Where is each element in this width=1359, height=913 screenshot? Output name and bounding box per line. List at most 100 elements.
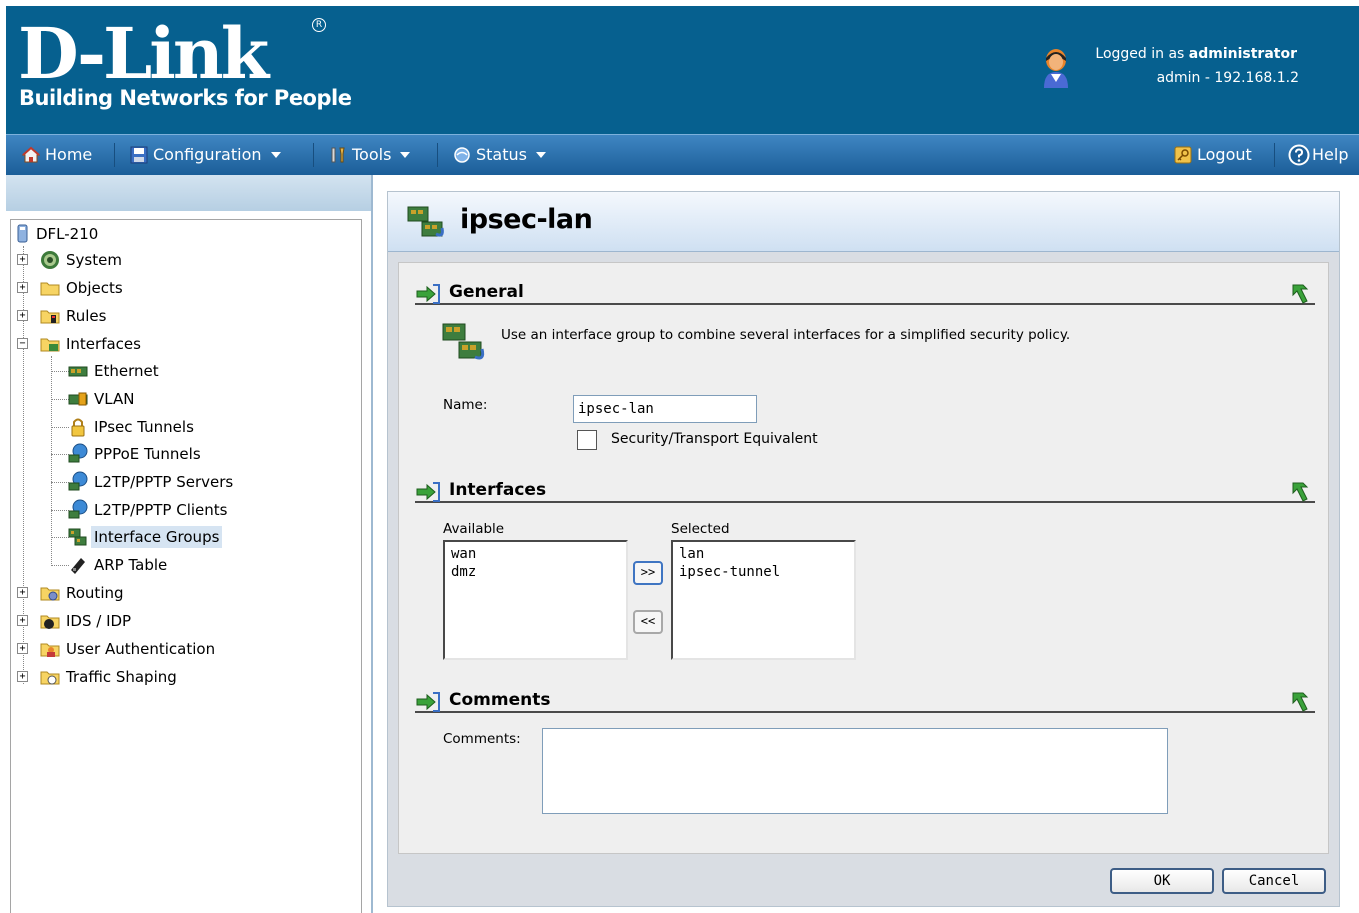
arp-icon [71, 558, 85, 574]
lock-icon [71, 418, 85, 437]
interfaces-folder-icon [40, 338, 60, 352]
collapse-arrow-icon[interactable] [1289, 689, 1311, 713]
cancel-button[interactable]: Cancel [1222, 868, 1326, 894]
tree-item-l2tp-clients[interactable]: L2TP/PPTP Clients [67, 499, 230, 521]
globe-computer-icon [68, 471, 88, 491]
tree-item-label: PPPoE Tunnels [94, 445, 201, 463]
list-item[interactable]: ipsec-tunnel [679, 563, 848, 581]
help-button[interactable]: Help [1288, 135, 1348, 175]
tree-item-label: Ethernet [94, 362, 159, 380]
tree-item-pppoe-tunnels[interactable]: PPPoE Tunnels [67, 443, 204, 465]
user-auth-folder-icon [40, 643, 60, 657]
floppy-disk-icon [130, 146, 148, 164]
expand-icon[interactable]: + [17, 282, 28, 293]
header-banner: D-Link R Building Networks for People Lo… [6, 6, 1359, 134]
list-item[interactable]: wan [451, 545, 620, 563]
chevron-down-icon [400, 152, 411, 158]
panel-divider[interactable] [371, 175, 373, 913]
traffic-folder-icon [40, 671, 60, 685]
brand-logo: D-Link [18, 12, 269, 95]
tree-item-objects[interactable]: Objects [39, 277, 126, 299]
device-icon [17, 224, 28, 243]
interface-group-icon [442, 323, 485, 360]
tree-item-user-authentication[interactable]: User Authentication [39, 638, 218, 660]
comments-field[interactable] [542, 728, 1168, 814]
tools-icon [331, 147, 345, 163]
tree-item-label: Objects [66, 279, 123, 297]
tree-item-label: IPsec Tunnels [94, 418, 194, 436]
menu-home[interactable]: Home [22, 135, 92, 175]
tree-item-label: Interface Groups [91, 526, 223, 548]
expand-icon[interactable]: + [17, 254, 28, 265]
section-comments-title: Comments [449, 690, 551, 710]
session-info: admin - 192.168.1.2 [1156, 70, 1299, 86]
routing-folder-icon [40, 587, 60, 601]
expand-icon[interactable]: + [17, 671, 28, 682]
collapse-icon[interactable]: − [17, 338, 28, 349]
remove-interface-button[interactable]: << [633, 610, 663, 634]
tree-item-l2tp-servers[interactable]: L2TP/PPTP Servers [67, 471, 236, 493]
chevron-down-icon [535, 152, 546, 158]
menu-tools-label: Tools [352, 145, 392, 164]
tree-root[interactable]: DFL-210 [15, 223, 101, 245]
expand-icon[interactable]: + [17, 615, 28, 626]
globe-computer-icon [68, 443, 88, 463]
section-description: Use an interface group to combine severa… [501, 327, 1071, 343]
menu-status-label: Status [476, 145, 527, 164]
logout-button[interactable]: Logout [1174, 135, 1252, 175]
help-label: Help [1312, 145, 1349, 164]
ok-button[interactable]: OK [1110, 868, 1214, 894]
menu-home-label: Home [45, 145, 93, 164]
collapse-arrow-icon[interactable] [1289, 479, 1311, 503]
tree-item-ids-idp[interactable]: IDS / IDP [39, 610, 134, 632]
home-icon [22, 146, 40, 163]
add-interface-button[interactable]: >> [633, 561, 663, 585]
brand-tagline: Building Networks for People [19, 86, 352, 110]
tree-item-label: L2TP/PPTP Clients [94, 501, 228, 519]
list-item[interactable]: lan [679, 545, 848, 563]
left-panel-header [6, 175, 371, 211]
tree-item-label: Rules [66, 307, 107, 325]
vlan-icon [68, 392, 88, 406]
tree-item-label: Routing [66, 584, 124, 602]
menu-configuration[interactable]: Configuration [130, 135, 281, 175]
tree-item-ipsec-tunnels[interactable]: IPsec Tunnels [67, 416, 197, 438]
list-item[interactable]: dmz [451, 563, 620, 581]
ids-folder-icon [40, 615, 60, 629]
tree-item-system[interactable]: System [39, 249, 125, 271]
menu-bar: Home Configuration Tools Status Logout H… [6, 134, 1359, 175]
tree-item-label: IDS / IDP [66, 612, 132, 630]
tree-connector [51, 356, 52, 566]
tree-item-rules[interactable]: Rules [39, 305, 109, 327]
name-input[interactable] [573, 395, 757, 423]
tree-item-ethernet[interactable]: Ethernet [67, 360, 162, 382]
tree-item-label: VLAN [94, 390, 135, 408]
selected-interfaces-list[interactable]: lan ipsec-tunnel [671, 540, 856, 660]
tree-item-traffic-shaping[interactable]: Traffic Shaping [39, 666, 180, 688]
logged-in-line: Logged in as administrator [1095, 46, 1297, 62]
collapse-arrow-icon[interactable] [1289, 281, 1311, 305]
tree-item-interface-groups[interactable]: Interface Groups [67, 526, 223, 548]
available-interfaces-list[interactable]: wan dmz [443, 540, 628, 660]
menu-separator [1274, 143, 1275, 167]
section-interfaces-header: Interfaces [415, 479, 1315, 503]
expand-icon[interactable]: + [17, 310, 28, 321]
logged-in-prefix: Logged in as [1095, 46, 1189, 62]
tree-item-routing[interactable]: Routing [39, 582, 127, 604]
chevron-down-icon [270, 152, 281, 158]
security-equivalent-checkbox[interactable] [577, 430, 597, 450]
gear-icon [41, 251, 59, 269]
tree-item-arp-table[interactable]: ARP Table [67, 554, 170, 576]
status-globe-icon [454, 147, 470, 163]
tree-item-label: Interfaces [66, 335, 141, 353]
section-interfaces-title: Interfaces [449, 480, 547, 500]
menu-tools[interactable]: Tools [329, 135, 411, 175]
menu-status[interactable]: Status [453, 135, 546, 175]
section-general-header: General [415, 281, 1315, 305]
expand-icon[interactable]: + [17, 587, 28, 598]
menu-separator [313, 143, 314, 167]
tree-item-interfaces[interactable]: Interfaces [39, 333, 144, 355]
page-title: ipsec-lan [460, 204, 593, 235]
tree-item-vlan[interactable]: VLAN [67, 388, 137, 410]
expand-icon[interactable]: + [17, 643, 28, 654]
